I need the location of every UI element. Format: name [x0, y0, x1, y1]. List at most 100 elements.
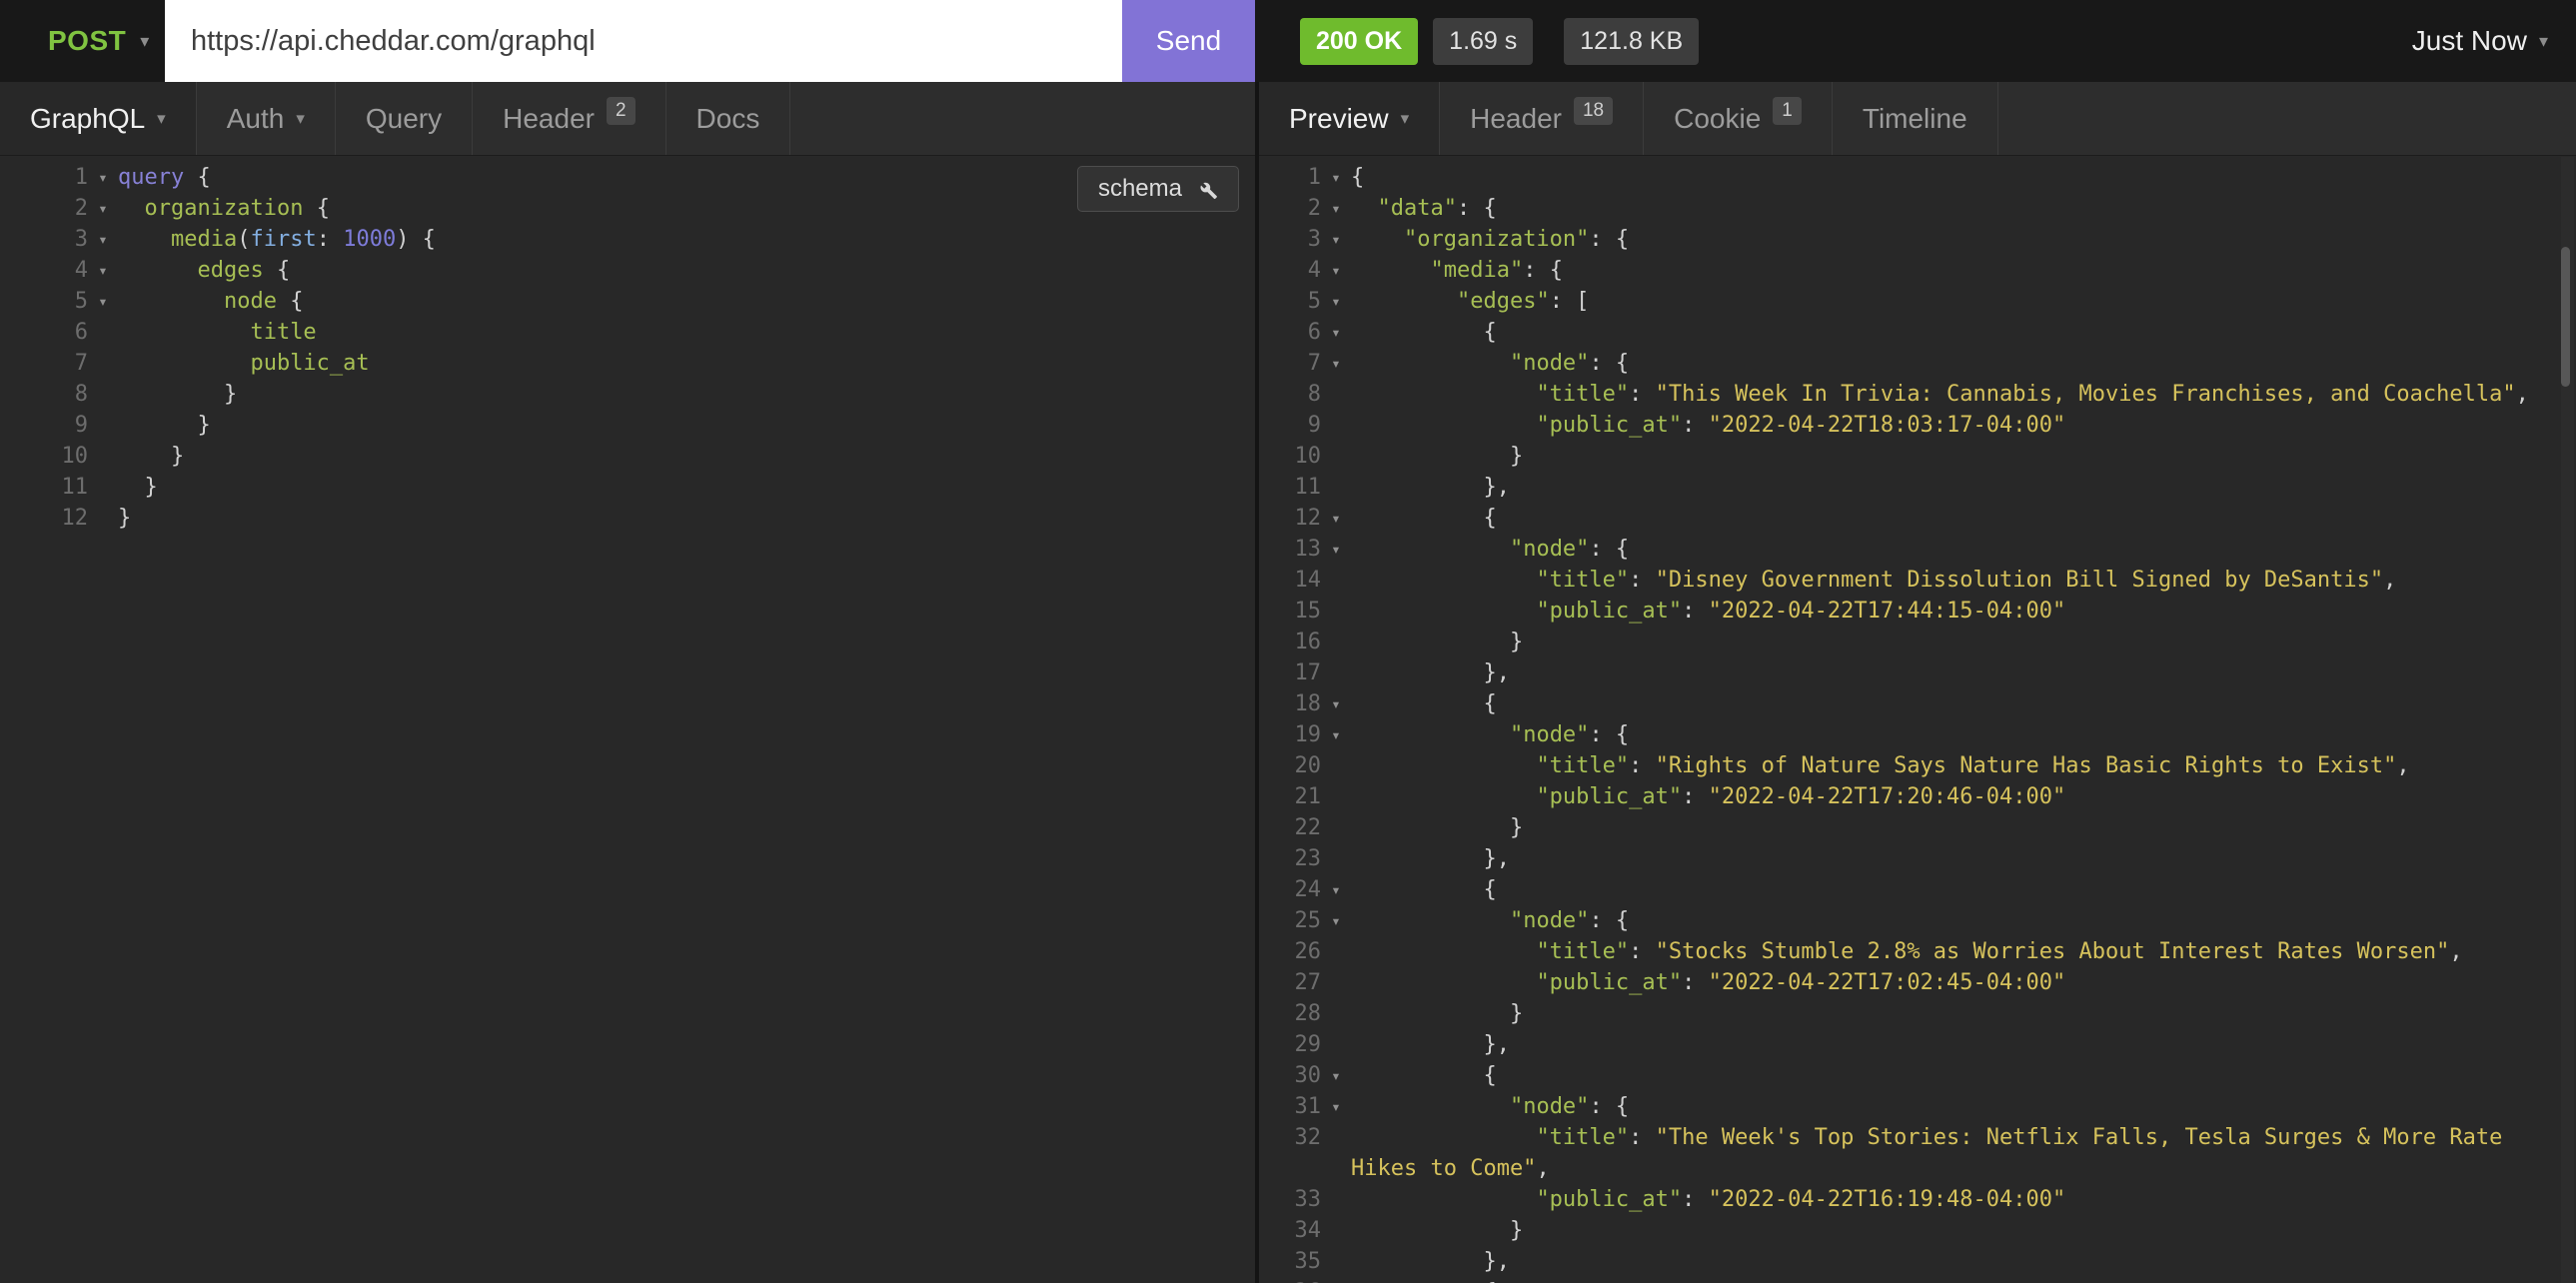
- gutter: 14: [1259, 565, 1351, 596]
- code-text: "data": {: [1351, 193, 2576, 224]
- fold-spacer: [88, 348, 118, 379]
- gutter: 7▾: [1259, 348, 1351, 379]
- fold-toggle-icon[interactable]: ▾: [88, 193, 118, 224]
- fold-spacer: [1321, 441, 1351, 472]
- code-line: 16 }: [1259, 627, 2576, 657]
- code-text: }: [118, 503, 1255, 534]
- gutter: 27: [1259, 967, 1351, 998]
- code-line: 2▾ organization {: [0, 193, 1255, 224]
- fold-toggle-icon[interactable]: ▾: [1321, 688, 1351, 719]
- fold-spacer: [1321, 1122, 1351, 1184]
- code-line: 3▾ "organization": {: [1259, 224, 2576, 255]
- request-tab-auth[interactable]: Auth▾: [197, 82, 336, 155]
- response-tab-preview[interactable]: Preview▾: [1259, 82, 1440, 155]
- code-text: "node": {: [1351, 905, 2576, 936]
- line-number: 22: [1269, 812, 1321, 843]
- code-line: 6▾ {: [1259, 317, 2576, 348]
- gutter: 8: [1259, 379, 1351, 410]
- code-text: {: [1351, 317, 2576, 348]
- fold-toggle-icon[interactable]: ▾: [88, 162, 118, 193]
- code-text: {: [1351, 1277, 2576, 1283]
- line-number: 21: [1269, 781, 1321, 812]
- request-tab-docs[interactable]: Docs: [666, 82, 791, 155]
- code-line: 1▾query {: [0, 162, 1255, 193]
- code-text: "public_at": "2022-04-22T17:02:45-04:00": [1351, 967, 2576, 998]
- fold-toggle-icon[interactable]: ▾: [1321, 719, 1351, 750]
- line-number: 6: [1269, 317, 1321, 348]
- fold-toggle-icon[interactable]: ▾: [88, 255, 118, 286]
- fold-toggle-icon[interactable]: ▾: [1321, 193, 1351, 224]
- tab-label: Auth: [227, 103, 285, 135]
- schema-button-label: schema: [1098, 175, 1182, 203]
- request-tab-graphql[interactable]: GraphQL▾: [0, 82, 197, 155]
- gutter: 5▾: [0, 286, 118, 317]
- response-tab-timeline[interactable]: Timeline: [1833, 82, 1998, 155]
- code-line: 21 "public_at": "2022-04-22T17:20:46-04:…: [1259, 781, 2576, 812]
- top-bar: POST ▾ https://api.cheddar.com/graphql S…: [0, 0, 2576, 82]
- code-text: "title": "Stocks Stumble 2.8% as Worries…: [1351, 936, 2576, 967]
- main-split: GraphQL▾Auth▾QueryHeader2Docs schema 1▾q…: [0, 82, 2576, 1283]
- fold-toggle-icon[interactable]: ▾: [1321, 503, 1351, 534]
- tab-label: Query: [366, 103, 442, 135]
- fold-toggle-icon[interactable]: ▾: [1321, 534, 1351, 565]
- request-editor[interactable]: schema 1▾query {2▾ organization {3▾ medi…: [0, 156, 1255, 1283]
- code-line: 11 }: [0, 472, 1255, 503]
- response-tab-header[interactable]: Header18: [1440, 82, 1644, 155]
- code-text: media(first: 1000) {: [118, 224, 1255, 255]
- tab-label: Docs: [696, 103, 760, 135]
- response-tab-cookie[interactable]: Cookie1: [1644, 82, 1833, 155]
- fold-spacer: [88, 379, 118, 410]
- gutter: 5▾: [1259, 286, 1351, 317]
- code-text: "edges": [: [1351, 286, 2576, 317]
- response-viewer[interactable]: 1▾{2▾ "data": {3▾ "organization": {4▾ "m…: [1259, 156, 2576, 1283]
- line-number: 8: [0, 379, 88, 410]
- tab-count-badge: 1: [1773, 97, 1802, 125]
- url-input[interactable]: https://api.cheddar.com/graphql: [165, 0, 1122, 82]
- fold-toggle-icon[interactable]: ▾: [1321, 255, 1351, 286]
- scrollbar-thumb[interactable]: [2561, 247, 2570, 387]
- fold-spacer: [88, 503, 118, 534]
- fold-toggle-icon[interactable]: ▾: [1321, 317, 1351, 348]
- fold-spacer: [1321, 410, 1351, 441]
- code-line: 10 }: [0, 441, 1255, 472]
- fold-toggle-icon[interactable]: ▾: [1321, 224, 1351, 255]
- fold-toggle-icon[interactable]: ▾: [1321, 905, 1351, 936]
- line-number: 2: [1269, 193, 1321, 224]
- gutter: 12: [0, 503, 118, 534]
- fold-toggle-icon[interactable]: ▾: [1321, 286, 1351, 317]
- gutter: 28: [1259, 998, 1351, 1029]
- fold-toggle-icon[interactable]: ▾: [88, 286, 118, 317]
- fold-toggle-icon[interactable]: ▾: [1321, 1277, 1351, 1283]
- request-tab-header[interactable]: Header2: [473, 82, 665, 155]
- schema-button[interactable]: schema: [1077, 166, 1239, 212]
- method-dropdown[interactable]: POST ▾: [0, 0, 165, 82]
- response-tab-bar: Preview▾Header18Cookie1Timeline: [1259, 82, 2576, 156]
- gutter: 36▾: [1259, 1277, 1351, 1283]
- line-number: 9: [1269, 410, 1321, 441]
- line-number: 7: [1269, 348, 1321, 379]
- fold-toggle-icon[interactable]: ▾: [1321, 1060, 1351, 1091]
- request-tab-query[interactable]: Query: [336, 82, 473, 155]
- fold-toggle-icon[interactable]: ▾: [1321, 874, 1351, 905]
- line-number: 11: [0, 472, 88, 503]
- fold-spacer: [88, 317, 118, 348]
- fold-toggle-icon[interactable]: ▾: [88, 224, 118, 255]
- fold-toggle-icon[interactable]: ▾: [1321, 348, 1351, 379]
- code-text: }: [1351, 998, 2576, 1029]
- code-line: 18▾ {: [1259, 688, 2576, 719]
- line-number: 3: [0, 224, 88, 255]
- send-button[interactable]: Send: [1122, 0, 1255, 82]
- code-text: public_at: [118, 348, 1255, 379]
- fold-spacer: [1321, 781, 1351, 812]
- line-number: 20: [1269, 750, 1321, 781]
- fold-toggle-icon[interactable]: ▾: [1321, 1091, 1351, 1122]
- response-size-badge: 121.8 KB: [1564, 18, 1699, 65]
- fold-spacer: [1321, 1184, 1351, 1215]
- scrollbar-track[interactable]: [2561, 157, 2574, 1283]
- fold-toggle-icon[interactable]: ▾: [1321, 162, 1351, 193]
- response-history-dropdown[interactable]: Just Now ▾: [2412, 0, 2576, 82]
- fold-spacer: [1321, 657, 1351, 688]
- fold-spacer: [1321, 627, 1351, 657]
- code-line: 11 },: [1259, 472, 2576, 503]
- gutter: 34: [1259, 1215, 1351, 1246]
